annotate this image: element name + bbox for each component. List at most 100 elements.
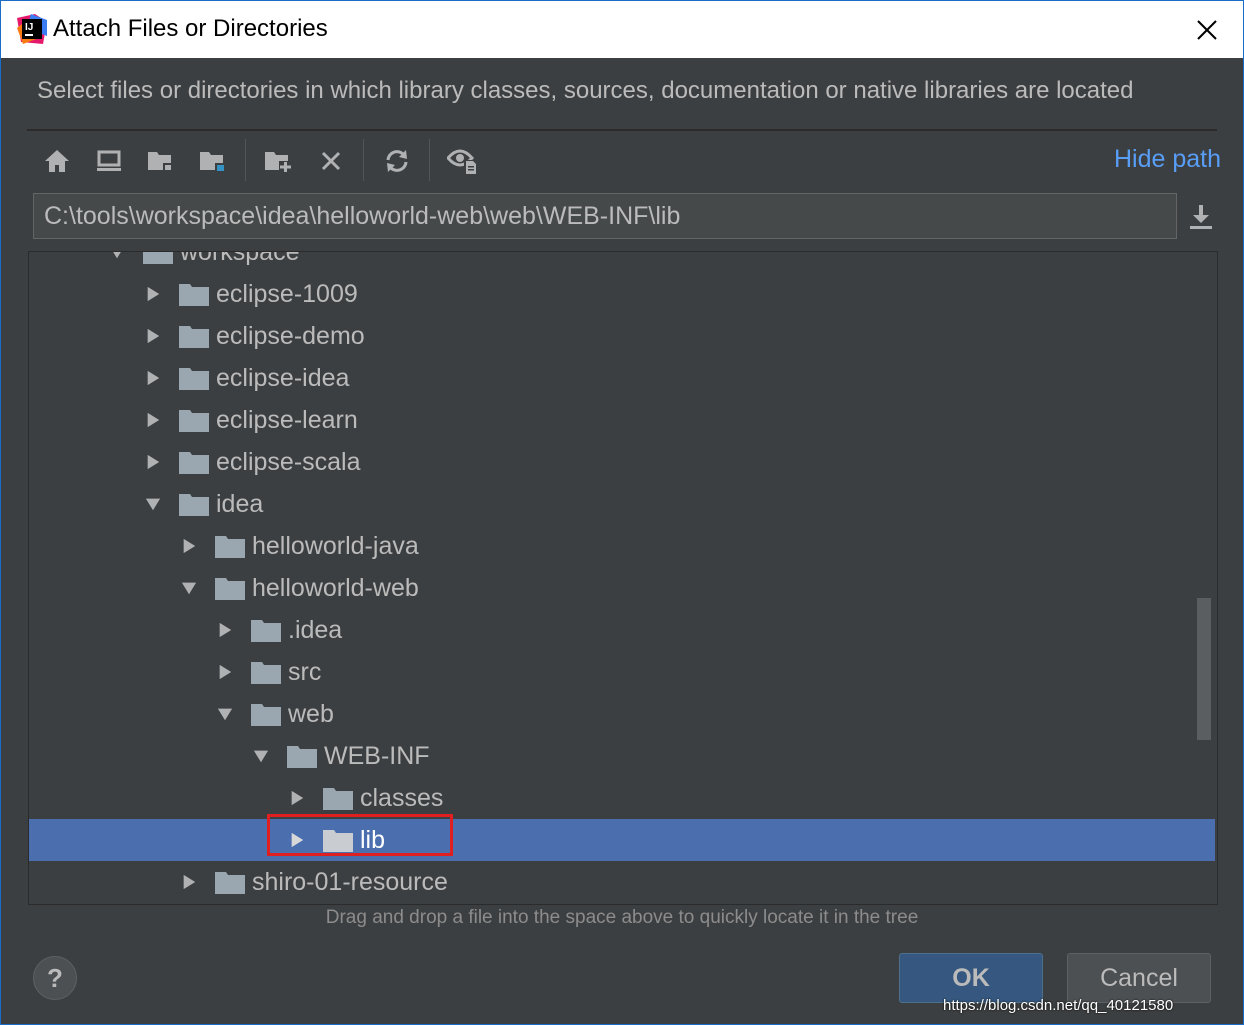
tree-row[interactable]: src <box>29 651 1215 693</box>
folder-icon <box>179 452 209 474</box>
folder-icon <box>179 368 209 390</box>
home-icon <box>45 150 69 172</box>
ok-button[interactable]: OK <box>899 953 1043 1003</box>
folder-icon <box>287 746 317 768</box>
expanded-arrow-icon[interactable] <box>109 252 125 261</box>
window-title: Attach Files or Directories <box>53 15 328 42</box>
delete-button[interactable] <box>311 141 351 181</box>
folder-icon <box>179 326 209 348</box>
intellij-app-icon: IJ <box>17 14 47 44</box>
refresh-button[interactable] <box>377 141 417 181</box>
tree-row-label: src <box>288 657 322 686</box>
file-tree[interactable]: shiro-01-resource lib classes WEB-INF web src… <box>28 251 1218 905</box>
tree-row-label: eclipse-learn <box>216 405 358 434</box>
tree-row[interactable]: lib <box>29 819 1215 861</box>
home-button[interactable] <box>37 141 77 181</box>
divider <box>27 129 1217 131</box>
module-button[interactable] <box>193 141 233 181</box>
help-button[interactable]: ? <box>33 956 77 1000</box>
folder-icon <box>179 284 209 306</box>
drag-drop-hint: Drag and drop a file into the space abov… <box>325 907 919 928</box>
tree-row-label: helloworld-java <box>252 531 419 560</box>
tree-row[interactable]: eclipse-idea <box>29 357 1215 399</box>
new-folder-icon <box>265 152 293 173</box>
tree-row[interactable]: web <box>29 693 1215 735</box>
tree-row[interactable]: eclipse-scala <box>29 441 1215 483</box>
tree-row[interactable]: helloworld-web <box>29 567 1215 609</box>
hide-path-link[interactable]: Hide path <box>1114 145 1221 174</box>
tree-row[interactable]: idea <box>29 483 1215 525</box>
tree-row[interactable]: classes <box>29 777 1215 819</box>
collapsed-arrow-icon[interactable] <box>145 327 161 345</box>
collapsed-arrow-icon[interactable] <box>217 621 233 639</box>
tree-row-label: workspace <box>180 251 300 266</box>
tree-row[interactable]: eclipse-learn <box>29 399 1215 441</box>
svg-text:IJ: IJ <box>25 22 33 33</box>
show-hidden-files-button[interactable] <box>443 141 483 181</box>
desktop-button[interactable] <box>89 141 129 181</box>
close-button[interactable] <box>1187 13 1227 47</box>
close-icon <box>1197 20 1217 40</box>
folder-icon <box>251 620 281 642</box>
show-hidden-icon <box>447 149 478 175</box>
delete-icon <box>321 151 341 171</box>
collapsed-arrow-icon[interactable] <box>145 369 161 387</box>
tree-row[interactable]: helloworld-java <box>29 525 1215 567</box>
tree-row[interactable]: WEB-INF <box>29 735 1215 777</box>
folder-icon <box>251 662 281 684</box>
folder-icon <box>215 536 245 558</box>
download-icon <box>1190 205 1212 229</box>
tree-row[interactable]: eclipse-1009 <box>29 273 1215 315</box>
tree-scrollbar[interactable] <box>1197 598 1211 740</box>
collapsed-arrow-icon[interactable] <box>181 873 197 891</box>
tree-row-label: web <box>288 699 334 728</box>
tree-row-label: eclipse-demo <box>216 321 365 350</box>
collapsed-arrow-icon[interactable] <box>289 789 305 807</box>
folder-icon <box>251 704 281 726</box>
collapsed-arrow-icon[interactable] <box>217 663 233 681</box>
tree-row-label: eclipse-idea <box>216 363 350 392</box>
collapsed-arrow-icon[interactable] <box>145 453 161 471</box>
collapsed-arrow-icon[interactable] <box>289 831 305 849</box>
collapsed-arrow-icon[interactable] <box>181 537 197 555</box>
tree-row[interactable]: .idea <box>29 609 1215 651</box>
collapsed-arrow-icon[interactable] <box>145 285 161 303</box>
folder-icon <box>143 252 173 264</box>
folder-icon <box>179 410 209 432</box>
module-folder-icon <box>200 152 225 172</box>
cancel-button[interactable]: Cancel <box>1067 953 1211 1003</box>
toolbar: Hide path <box>31 139 1221 183</box>
expanded-arrow-icon[interactable] <box>253 747 269 765</box>
project-button[interactable] <box>141 141 181 181</box>
expanded-arrow-icon[interactable] <box>181 579 197 597</box>
expanded-arrow-icon[interactable] <box>145 495 161 513</box>
new-folder-button[interactable] <box>259 141 299 181</box>
tree-row-label: eclipse-1009 <box>216 279 358 308</box>
path-input[interactable]: C:\tools\workspace\idea\helloworld-web\w… <box>33 193 1177 239</box>
tree-row-label: eclipse-scala <box>216 447 361 476</box>
tree-row[interactable]: eclipse-demo <box>29 315 1215 357</box>
tree-row-label: WEB-INF <box>324 741 430 770</box>
title-bar: IJ Attach Files or Directories <box>1 1 1243 58</box>
folder-icon <box>215 578 245 600</box>
download-button[interactable] <box>1185 201 1217 233</box>
desktop-icon <box>97 150 121 171</box>
tree-row[interactable]: workspace <box>29 251 1215 273</box>
collapsed-arrow-icon[interactable] <box>145 411 161 429</box>
folder-icon <box>323 830 353 852</box>
tree-row[interactable]: shiro-01-resource <box>29 861 1215 903</box>
dialog-window: IJ Attach Files or Directories Select fi… <box>0 0 1244 1025</box>
toolbar-separator <box>363 139 364 181</box>
tree-row-label: helloworld-web <box>252 573 419 602</box>
watermark: https://blog.csdn.net/qq_40121580 <box>943 997 1174 1014</box>
folder-icon <box>179 494 209 516</box>
tree-row-label: shiro-01-resource <box>252 867 448 896</box>
tree-row-label: lib <box>360 825 386 854</box>
tree-row-label: idea <box>216 489 264 518</box>
expanded-arrow-icon[interactable] <box>217 705 233 723</box>
dialog-description: Select files or directories in which lib… <box>37 77 1134 104</box>
toolbar-separator <box>245 139 246 181</box>
refresh-icon <box>386 150 408 172</box>
folder-icon <box>323 788 353 810</box>
folder-icon <box>215 872 245 894</box>
